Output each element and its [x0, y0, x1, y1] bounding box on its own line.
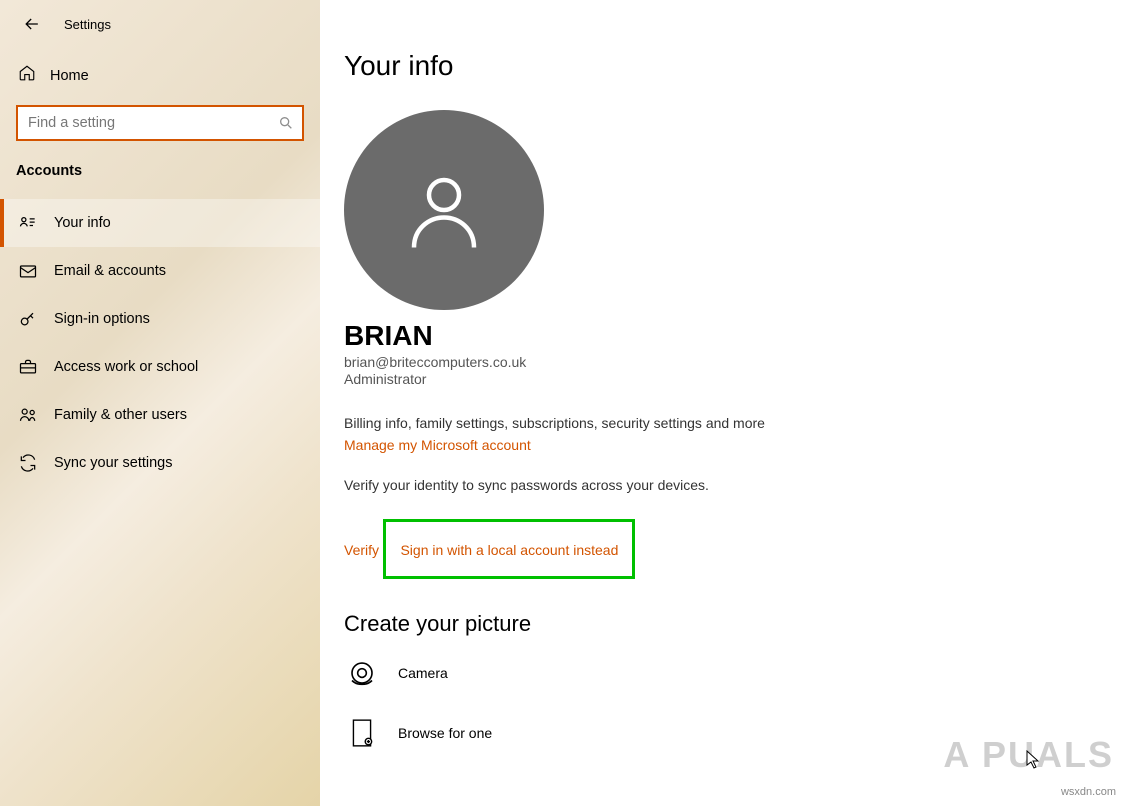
person-placeholder-icon	[399, 165, 489, 255]
settings-title: Settings	[64, 17, 111, 32]
header-row: Settings	[0, 8, 320, 52]
search-icon	[278, 115, 294, 131]
person-card-icon	[18, 213, 38, 233]
verify-link[interactable]: Verify	[344, 542, 379, 558]
section-title: Accounts	[0, 159, 320, 189]
search-box[interactable]	[16, 105, 304, 141]
avatar	[344, 110, 544, 310]
page-title: Your info	[344, 50, 1132, 82]
key-icon	[18, 309, 38, 329]
main-content: Your info BRIAN brian@briteccomputers.co…	[320, 0, 1132, 806]
nav-family-other-users[interactable]: Family & other users	[0, 391, 320, 439]
user-role: Administrator	[344, 371, 1132, 387]
nav-your-info[interactable]: Your info	[0, 199, 320, 247]
search-input[interactable]	[28, 115, 278, 131]
back-button[interactable]	[20, 12, 44, 36]
mail-icon	[18, 261, 38, 281]
verify-desc: Verify your identity to sync passwords a…	[344, 477, 1132, 493]
nav-label: Sign-in options	[54, 311, 150, 327]
nav-label: Email & accounts	[54, 263, 166, 279]
browse-option[interactable]: Browse for one	[344, 715, 1132, 751]
user-name: BRIAN	[344, 320, 1132, 352]
back-arrow-icon	[22, 14, 42, 34]
local-account-link[interactable]: Sign in with a local account instead	[400, 542, 618, 558]
nav-sync-settings[interactable]: Sync your settings	[0, 439, 320, 487]
home-nav[interactable]: Home	[0, 52, 320, 99]
highlight-box: Sign in with a local account instead	[383, 519, 635, 579]
nav-label: Family & other users	[54, 407, 187, 423]
nav-label: Sync your settings	[54, 455, 172, 471]
nav-signin-options[interactable]: Sign-in options	[0, 295, 320, 343]
picture-options: Camera Browse for one	[344, 655, 1132, 751]
nav-email-accounts[interactable]: Email & accounts	[0, 247, 320, 295]
home-icon	[18, 64, 36, 87]
camera-icon	[344, 655, 380, 691]
sidebar: Settings Home Accounts Your info Email &…	[0, 0, 320, 806]
camera-label: Camera	[398, 665, 448, 681]
browse-label: Browse for one	[398, 725, 492, 741]
nav-list: Your info Email & accounts Sign-in optio…	[0, 199, 320, 487]
people-icon	[18, 405, 38, 425]
home-label: Home	[50, 68, 89, 84]
camera-option[interactable]: Camera	[344, 655, 1132, 691]
user-email: brian@briteccomputers.co.uk	[344, 354, 1132, 370]
briefcase-icon	[18, 357, 38, 377]
sync-icon	[18, 453, 38, 473]
nav-label: Access work or school	[54, 359, 198, 375]
nav-label: Your info	[54, 215, 111, 231]
picture-heading: Create your picture	[344, 611, 1132, 637]
billing-desc: Billing info, family settings, subscript…	[344, 415, 1132, 431]
browse-icon	[344, 715, 380, 751]
manage-account-link[interactable]: Manage my Microsoft account	[344, 437, 531, 453]
nav-access-work-school[interactable]: Access work or school	[0, 343, 320, 391]
